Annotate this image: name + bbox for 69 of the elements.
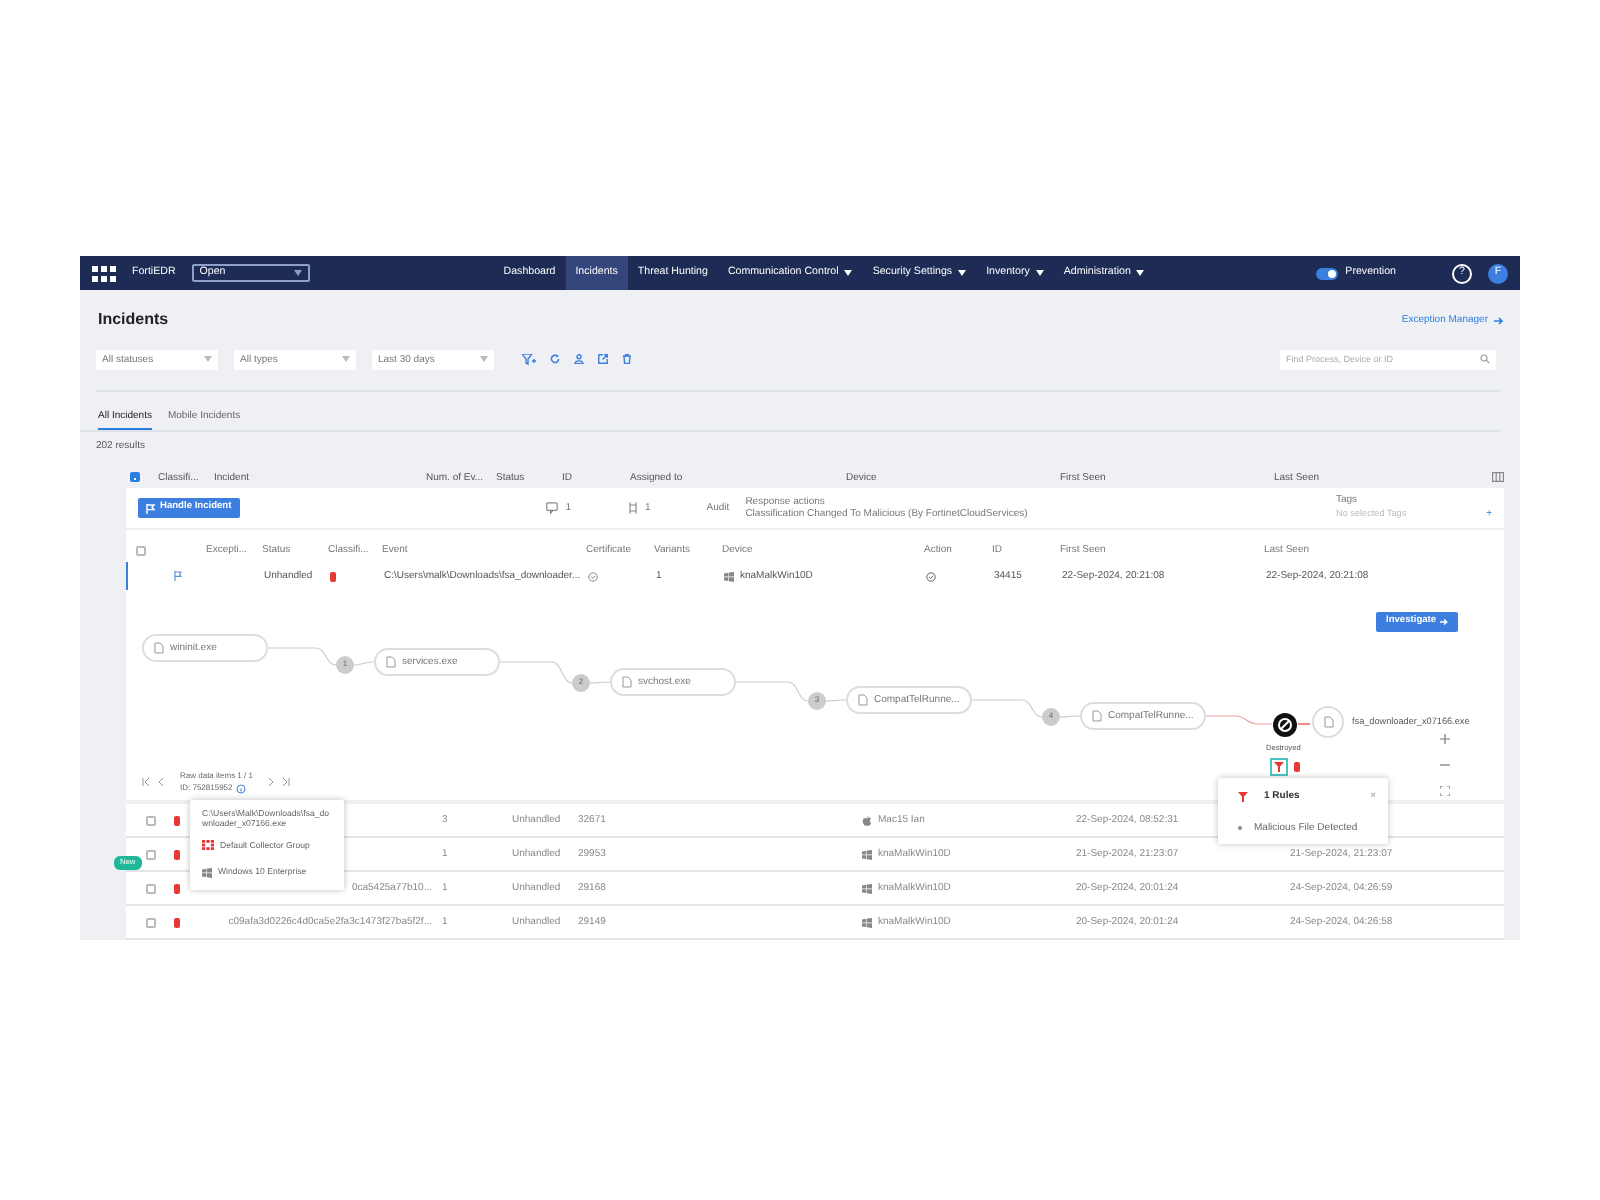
apple-icon [862,815,872,825]
row-checkbox[interactable] [146,849,156,859]
row-checkbox[interactable] [146,917,156,927]
arrow-right-icon [1494,315,1504,325]
comment-icon[interactable] [545,502,558,514]
flag-icon[interactable] [172,570,184,582]
process-icon [154,642,164,654]
caret-icon [958,270,967,276]
caret-icon [480,356,488,362]
connector-line [499,661,611,684]
caret-icon [1035,270,1044,276]
classification-icon [330,571,336,581]
columns-icon[interactable] [1492,471,1504,481]
export-icon[interactable] [598,354,608,364]
windows-icon [862,917,872,927]
connector-line [1297,723,1311,725]
alert-marker [1294,762,1300,772]
expand-icon [1440,786,1450,796]
connector-line [1205,715,1273,725]
caret-icon [844,270,853,276]
caret-icon [293,270,302,276]
row-checkbox[interactable] [146,883,156,893]
logo-icon [92,265,116,281]
select-all-events-checkbox[interactable] [136,545,146,555]
windows-icon [862,883,872,893]
filter-add-icon[interactable] [522,353,536,365]
page-title: Incidents [98,310,169,330]
process-icon [386,656,396,668]
rule-filter-button[interactable] [1270,758,1288,776]
search-icon [1480,354,1490,364]
classification-icon [174,849,180,859]
caret-icon [1136,270,1145,276]
classification-icon [174,815,180,825]
classification-icon [174,883,180,893]
previous-icon[interactable] [158,778,164,786]
windows-icon [202,867,212,878]
refresh-icon[interactable] [550,354,560,364]
connector-line [735,681,847,702]
next-icon[interactable] [268,778,275,786]
caret-icon [204,356,212,362]
info-icon[interactable] [236,783,247,793]
trash-icon[interactable] [622,354,632,364]
caret-icon [342,356,350,362]
user-icon[interactable] [574,354,584,364]
plus-icon [1440,734,1450,744]
check-circle-icon[interactable] [926,571,936,581]
rules-icon[interactable] [627,502,637,514]
process-icon [1092,710,1102,722]
windows-icon [724,571,734,581]
process-icon [858,694,868,706]
file-node[interactable] [1312,706,1344,738]
prevention-toggle[interactable] [1315,267,1338,279]
row-checkbox[interactable] [146,815,156,825]
flag-icon [146,503,156,513]
certificate-icon [588,571,598,581]
select-all-checkbox[interactable] [130,472,140,482]
windows-icon [862,849,872,859]
destroyed-icon[interactable] [1272,712,1298,738]
connector-line [971,699,1081,718]
last-page-icon[interactable] [282,778,291,786]
filter-icon [1274,762,1284,772]
collector-group-icon [202,840,214,851]
classification-icon [174,917,180,927]
first-page-icon[interactable] [142,778,150,786]
process-icon [1323,716,1333,728]
process-icon [622,676,632,688]
arrow-right-icon [1440,617,1449,626]
minus-icon [1440,760,1450,770]
connector-line [267,647,375,666]
